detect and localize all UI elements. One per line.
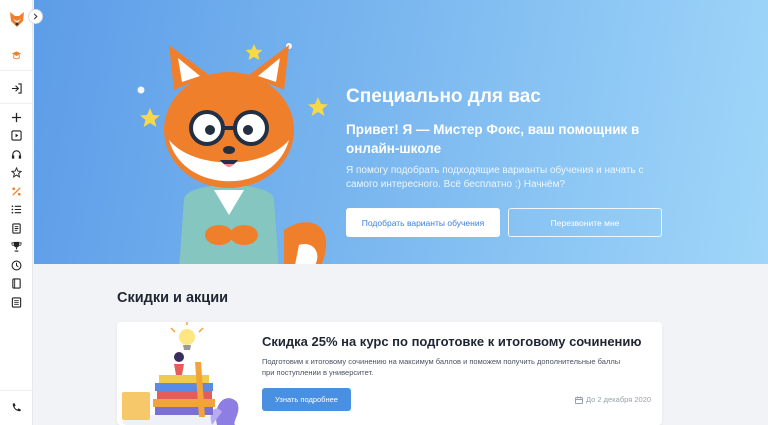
play-square-icon[interactable]	[11, 130, 22, 141]
call-me-back-button[interactable]: Перезвоните мне	[508, 208, 662, 237]
star-icon[interactable]	[11, 167, 22, 178]
document-icon[interactable]	[11, 223, 22, 234]
fox-mascot-illustration	[137, 43, 328, 264]
promo-title: Скидка 25% на курс по подготовке к итого…	[262, 334, 642, 349]
clock-icon[interactable]	[11, 260, 22, 271]
phone-icon[interactable]	[11, 402, 22, 413]
hero-subtitle: Привет! Я — Мистер Фокс, ваш помощник в …	[346, 122, 640, 156]
notes-icon[interactable]	[11, 297, 22, 308]
promo-date: До 2 декабря 2020	[575, 395, 651, 404]
sidebar	[0, 0, 33, 425]
calendar-icon	[575, 396, 583, 404]
star-decoration	[245, 44, 263, 60]
sidebar-divider	[0, 390, 33, 391]
sidebar-divider	[0, 103, 33, 104]
trophy-icon[interactable]	[11, 241, 22, 252]
hero-description: Я помогу подобрать подходящие варианты о…	[346, 165, 644, 190]
notebook-icon[interactable]	[11, 278, 22, 289]
sidebar-divider	[0, 70, 33, 71]
promo-description: Подготовим к итоговому сочинению на макс…	[262, 357, 621, 377]
books-illustration	[122, 322, 239, 425]
promo-date-text: До 2 декабря 2020	[586, 395, 652, 404]
login-icon[interactable]	[11, 83, 22, 94]
sidebar-collapse-button[interactable]	[28, 9, 43, 24]
promo-card[interactable]: Скидка 25% на курс по подготовке к итого…	[117, 322, 662, 425]
hero-title: Специально для вас	[346, 86, 541, 107]
star-decoration	[140, 108, 160, 127]
star-decoration	[308, 97, 328, 116]
chevron-right-icon	[33, 13, 38, 20]
section-title: Скидки и акции	[117, 290, 229, 306]
learn-more-button[interactable]: Узнать подробнее	[262, 388, 351, 411]
list-icon[interactable]	[11, 204, 22, 215]
plus-icon[interactable]	[11, 112, 22, 123]
fox-logo-icon[interactable]	[8, 10, 26, 28]
graduation-cap-icon[interactable]	[11, 50, 22, 61]
choose-learning-options-button[interactable]: Подобрать варианты обучения	[346, 208, 500, 237]
headphones-icon[interactable]	[11, 149, 22, 160]
hero-banner: Специально для вас Привет! Я — Мистер Фо…	[34, 0, 768, 264]
percent-icon[interactable]	[11, 186, 22, 197]
